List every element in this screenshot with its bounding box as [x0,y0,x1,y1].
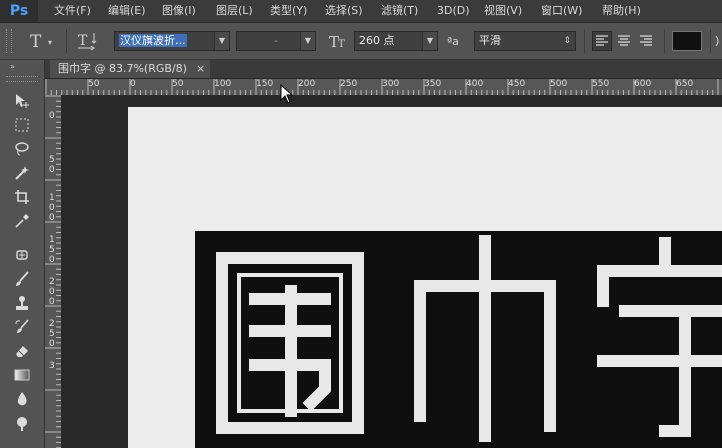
menu-window[interactable]: 窗口(W) [541,0,582,22]
menu-filter[interactable]: 滤镜(T) [381,0,418,22]
align-center-button[interactable] [614,31,634,51]
lasso-tool-icon[interactable] [13,140,31,158]
text-layer-background[interactable] [195,231,722,448]
ruler-label: 100 [214,79,232,89]
svg-text:T: T [78,33,88,49]
ruler-label: 3 [49,361,55,371]
separator [584,29,585,53]
collapse-toolbox-icon[interactable]: » [10,62,15,71]
font-family-value: 汉仪旗波折... [119,34,187,47]
ruler-label: 350 [424,79,442,89]
ruler-label: 0 [49,255,55,265]
updown-arrows-icon: ⇕ [563,36,571,46]
ruler-label: 0 [49,297,55,307]
ruler-label: 150 [256,79,274,89]
menu-edit[interactable]: 编辑(E) [108,0,146,22]
ruler-label: 0 [49,339,55,349]
toolbox-grip[interactable] [6,76,38,82]
text-tool-preset-icon[interactable]: T ▾ [22,29,58,53]
document-tab[interactable]: 围巾字 @ 83.7%(RGB/8) × [50,60,210,78]
gradient-tool-icon[interactable] [13,366,31,384]
ruler-label: 0 [130,79,136,89]
ruler-label: 0 [49,203,55,213]
chevron-down-icon: ▼ [214,32,229,50]
ruler-label: 0 [49,287,55,297]
ruler-label: 0 [49,213,55,223]
options-bar: T ▾ T 汉仪旗波折... ▼ - ▼ T T 260 点 ▼ ªa 平滑 ⇕ [0,23,722,60]
ruler-label: 600 [634,79,652,89]
ruler-label: 50 [88,79,100,89]
menu-layer[interactable]: 图层(L) [216,0,253,22]
menu-image[interactable]: 图像(I) [162,0,196,22]
dodge-tool-icon[interactable] [13,414,31,432]
font-size-icon: T T [328,30,350,52]
document-tab-title: 围巾字 @ 83.7%(RGB/8) [58,62,187,75]
font-style-value: - [274,34,278,47]
blur-tool-icon[interactable] [13,390,31,408]
ruler-label: 650 [676,79,694,89]
font-family-select[interactable]: 汉仪旗波折... ▼ [114,31,230,51]
move-tool-icon[interactable] [13,92,31,110]
ruler-label: 400 [466,79,484,89]
menu-view[interactable]: 视图(V) [484,0,522,22]
close-icon[interactable]: × [196,60,205,78]
history-brush-tool-icon[interactable] [13,318,31,336]
clone-stamp-tool-icon[interactable] [13,294,31,312]
ruler-label: 450 [508,79,526,89]
marquee-tool-icon[interactable] [13,116,31,134]
ruler-label: 2 [49,319,55,329]
separator [664,29,665,53]
ruler-label: 1 [49,235,55,245]
toolbox: » [0,60,45,448]
menu-help[interactable]: 帮助(H) [602,0,641,22]
align-right-button[interactable] [636,31,656,51]
ruler-label: 550 [592,79,610,89]
ruler-label: 500 [550,79,568,89]
svg-text:T: T [338,39,345,50]
menu-select[interactable]: 选择(S) [325,0,363,22]
menu-3d[interactable]: 3D(D) [437,0,470,22]
text-orientation-toggle-icon[interactable]: T [74,29,100,53]
chevron-down-icon: ▼ [300,32,315,50]
text-color-swatch[interactable] [672,31,702,51]
ruler-label: 5 [49,245,55,255]
chevron-down-icon: ▼ [422,32,437,50]
mouse-cursor-icon [280,83,294,104]
ruler-label: 250 [340,79,358,89]
menu-file[interactable]: 文件(F) [54,0,91,22]
ruler-label: 5 [49,155,55,165]
brush-tool-icon[interactable] [13,270,31,288]
svg-text:T: T [30,32,42,52]
separator [66,29,67,53]
font-size-value: 260 点 [359,34,395,47]
eyedropper-tool-icon[interactable] [13,212,31,230]
ruler-label: 5 [49,329,55,339]
warp-text-icon[interactable] [714,31,722,51]
vertical-ruler[interactable]: 0 5 0 1 0 0 1 5 0 2 0 0 2 5 0 3 [45,95,62,448]
options-bar-grip[interactable] [6,29,12,53]
svg-text:▾: ▾ [48,38,52,47]
ruler-label: 200 [298,79,316,89]
antialias-select[interactable]: 平滑 ⇕ [474,31,576,51]
menu-type[interactable]: 类型(Y) [270,0,307,22]
font-size-select[interactable]: 260 点 ▼ [354,31,438,51]
font-style-select[interactable]: - ▼ [236,31,316,51]
antialias-label: ªa [447,35,459,48]
canvas-text-artwork [216,235,722,442]
antialias-value: 平滑 [479,34,501,47]
eraser-tool-icon[interactable] [13,342,31,360]
healing-brush-tool-icon[interactable] [13,246,31,264]
ruler-label: 0 [49,111,55,121]
ruler-label: 0 [49,165,55,175]
align-left-button[interactable] [592,31,612,51]
separator [710,29,711,53]
horizontal-ruler[interactable]: 50 0 50 100 150 200 250 300 350 400 450 … [45,79,722,96]
photoshop-logo[interactable]: Ps [0,0,38,22]
ruler-label: 2 [49,277,55,287]
crop-tool-icon[interactable] [13,188,31,206]
ruler-label: 1 [49,193,55,203]
magic-wand-tool-icon[interactable] [13,164,31,182]
ruler-label: 50 [172,79,184,89]
ruler-label: 300 [382,79,400,89]
